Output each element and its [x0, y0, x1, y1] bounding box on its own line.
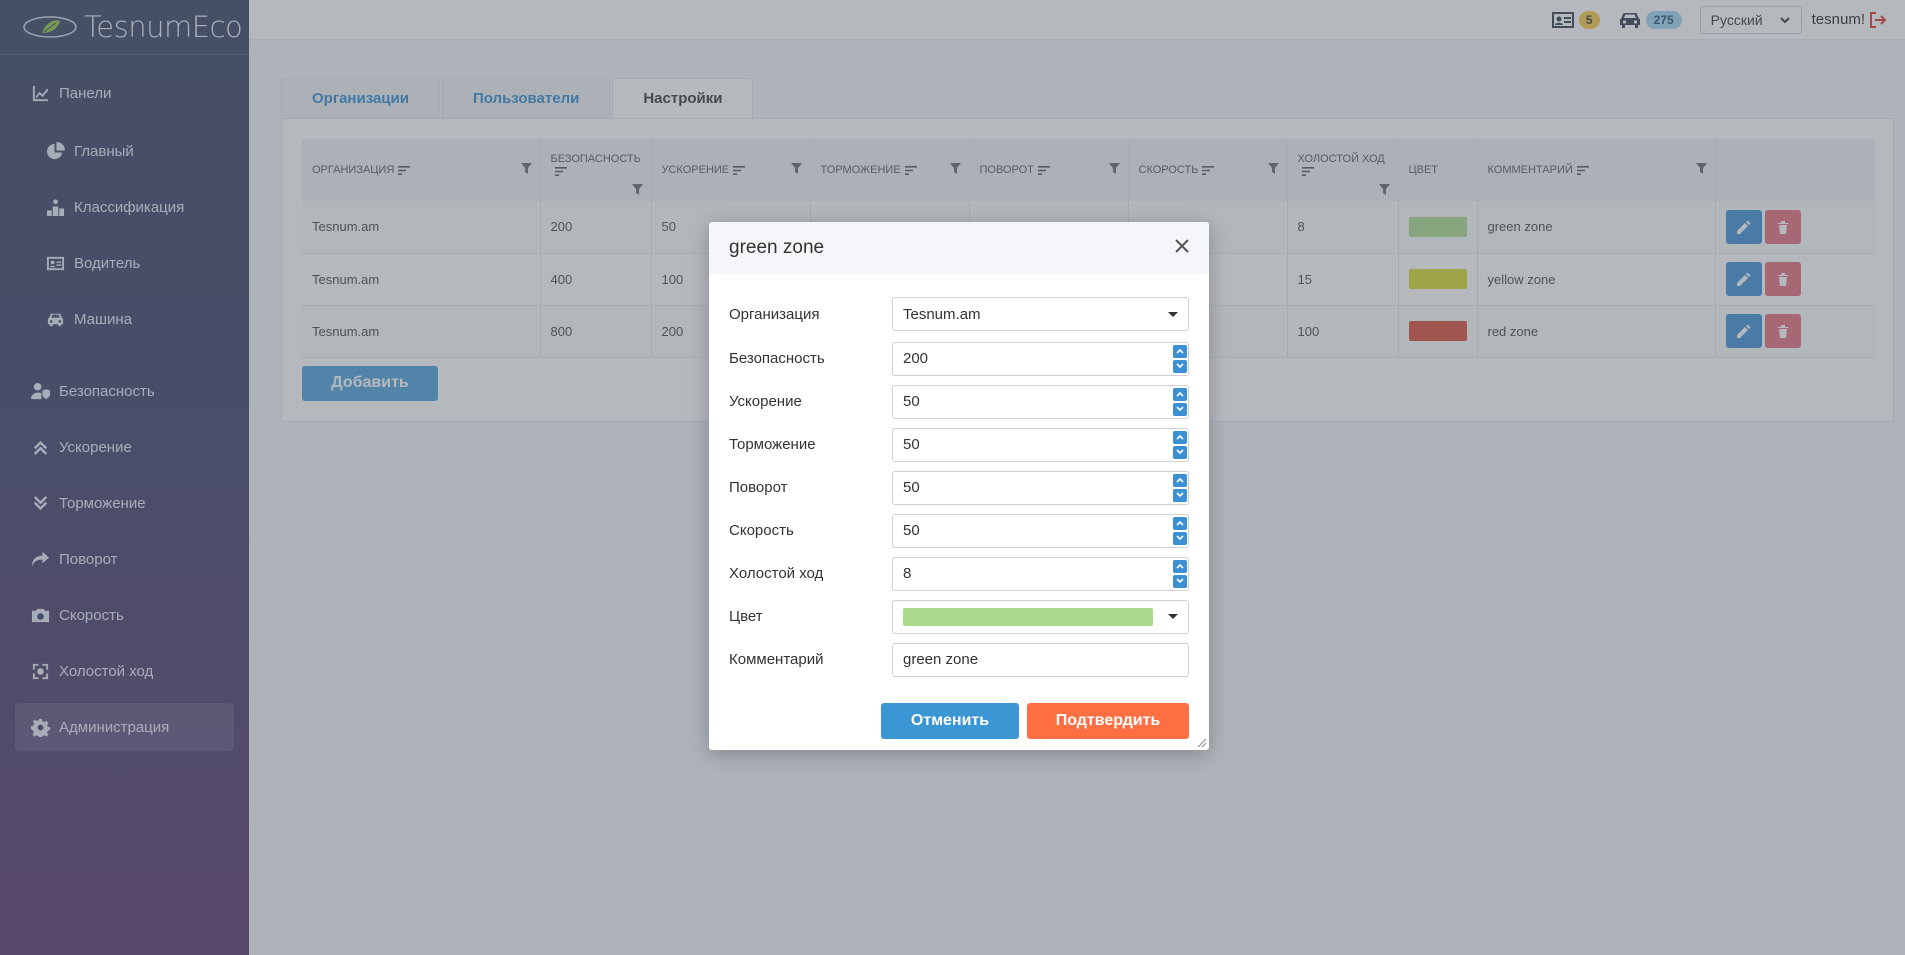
- acceleration-label: Ускорение: [729, 393, 802, 410]
- caret-down-icon: [1168, 311, 1178, 317]
- speed-input[interactable]: 50: [892, 513, 1189, 548]
- idle-input[interactable]: 8: [892, 556, 1189, 591]
- decrement-button[interactable]: [1173, 488, 1187, 502]
- braking-label: Торможение: [729, 436, 816, 453]
- decrement-button[interactable]: [1173, 402, 1187, 416]
- braking-value: 50: [903, 436, 920, 453]
- form-row-organization: Организация Tesnum.am: [729, 294, 1189, 334]
- dialog-header: green zone: [709, 222, 1209, 274]
- chevron-up-icon: [1176, 434, 1184, 440]
- color-picker[interactable]: [892, 599, 1189, 634]
- safety-stepper: [1173, 344, 1187, 373]
- safety-value: 200: [903, 350, 929, 367]
- comment-value: green zone: [903, 651, 979, 668]
- chevron-down-icon: [1176, 363, 1184, 369]
- decrement-button[interactable]: [1173, 359, 1187, 373]
- turn-value: 50: [903, 479, 920, 496]
- color-preview: [903, 607, 1153, 626]
- chevron-down-icon: [1176, 449, 1184, 455]
- chevron-down-icon: [1176, 578, 1184, 584]
- safety-label: Безопасность: [729, 350, 825, 367]
- form-row-idle: Холостой ход 8: [729, 552, 1189, 595]
- comment-label: Комментарий: [729, 651, 824, 668]
- close-icon: [1175, 238, 1189, 253]
- chevron-up-icon: [1176, 563, 1184, 569]
- increment-button[interactable]: [1173, 559, 1187, 573]
- form-row-safety: Безопасность 200: [729, 337, 1189, 380]
- dialog-footer: Отменить Подтвердить: [709, 681, 1209, 739]
- dialog-body: Организация Tesnum.am Безопасность 200 У…: [709, 274, 1209, 681]
- decrement-button[interactable]: [1173, 531, 1187, 545]
- color-label: Цвет: [729, 608, 763, 625]
- decrement-button[interactable]: [1173, 445, 1187, 459]
- resize-handle-icon[interactable]: [1197, 738, 1207, 748]
- acceleration-input[interactable]: 50: [892, 384, 1189, 419]
- increment-button[interactable]: [1173, 516, 1187, 530]
- form-row-braking: Торможение 50: [729, 423, 1189, 466]
- edit-zone-dialog: green zone Организация Tesnum.am Безопас…: [709, 222, 1209, 750]
- organization-label: Организация: [729, 305, 820, 323]
- increment-button[interactable]: [1173, 387, 1187, 401]
- decrement-button[interactable]: [1173, 574, 1187, 588]
- increment-button[interactable]: [1173, 430, 1187, 444]
- idle-value: 8: [903, 565, 912, 582]
- chevron-down-icon: [1176, 535, 1184, 541]
- chevron-up-icon: [1176, 391, 1184, 397]
- chevron-up-icon: [1176, 477, 1184, 483]
- braking-input[interactable]: 50: [892, 427, 1189, 462]
- form-row-turn: Поворот 50: [729, 466, 1189, 509]
- acceleration-value: 50: [903, 393, 920, 410]
- chevron-up-icon: [1176, 348, 1184, 354]
- chevron-down-icon: [1176, 406, 1184, 412]
- speed-value: 50: [903, 522, 920, 539]
- acceleration-stepper: [1173, 387, 1187, 416]
- caret-down-icon: [1168, 614, 1178, 619]
- close-button[interactable]: [1175, 238, 1189, 258]
- organization-select[interactable]: Tesnum.am: [892, 297, 1189, 331]
- form-row-color: Цвет: [729, 595, 1189, 638]
- increment-button[interactable]: [1173, 344, 1187, 358]
- form-row-comment: Комментарий green zone: [729, 638, 1189, 681]
- safety-input[interactable]: 200: [892, 341, 1189, 376]
- idle-label: Холостой ход: [729, 565, 824, 582]
- comment-input[interactable]: green zone: [892, 642, 1189, 677]
- confirm-button[interactable]: Подтвердить: [1027, 703, 1189, 739]
- braking-stepper: [1173, 430, 1187, 459]
- cancel-button[interactable]: Отменить: [881, 703, 1019, 739]
- organization-value: Tesnum.am: [903, 305, 981, 323]
- increment-button[interactable]: [1173, 473, 1187, 487]
- form-row-speed: Скорость 50: [729, 509, 1189, 552]
- turn-input[interactable]: 50: [892, 470, 1189, 505]
- chevron-up-icon: [1176, 520, 1184, 526]
- idle-stepper: [1173, 559, 1187, 588]
- turn-label: Поворот: [729, 479, 788, 496]
- chevron-down-icon: [1176, 492, 1184, 498]
- form-row-acceleration: Ускорение 50: [729, 380, 1189, 423]
- turn-stepper: [1173, 473, 1187, 502]
- dialog-title: green zone: [729, 237, 825, 258]
- speed-stepper: [1173, 516, 1187, 545]
- speed-label: Скорость: [729, 522, 794, 539]
